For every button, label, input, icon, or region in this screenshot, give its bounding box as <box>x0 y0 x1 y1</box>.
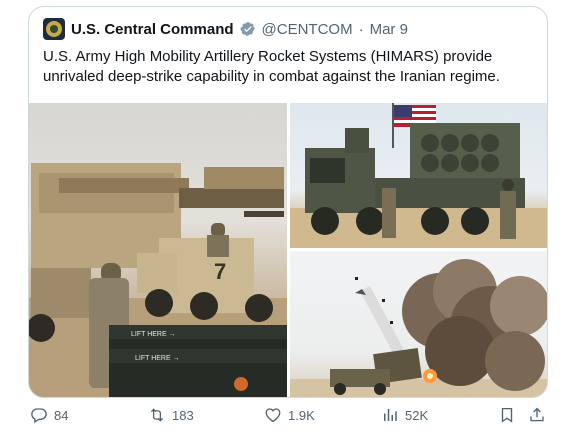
svg-text:7: 7 <box>214 259 226 284</box>
photo-grid: 7 LIFT HERE → LIFT HERE → <box>29 103 547 397</box>
repost-count: 183 <box>172 407 194 423</box>
share-icon <box>530 407 544 422</box>
lift-here-sign: LIFT HERE → <box>131 331 176 338</box>
like-icon <box>265 408 281 423</box>
photo-himars-crew[interactable]: 7 LIFT HERE → LIFT HERE → <box>29 103 287 397</box>
centcom-avatar[interactable] <box>43 18 65 40</box>
reply-count: 84 <box>54 407 69 423</box>
share-button[interactable] <box>528 406 546 424</box>
separator-dot: · <box>358 20 364 38</box>
views-icon <box>384 409 397 421</box>
views-button[interactable]: 52K <box>381 406 428 424</box>
author-handle[interactable]: @CENTCOM <box>262 21 353 38</box>
bookmark-button[interactable] <box>498 406 516 424</box>
reply-button[interactable]: 84 <box>30 406 68 424</box>
repost-icon <box>150 408 164 422</box>
photo-himars-launch[interactable] <box>290 251 547 397</box>
reply-icon <box>31 408 47 423</box>
tweet-actions: 84 183 1.9K 52K <box>0 400 562 430</box>
lift-here-sign: LIFT HERE → <box>135 355 180 362</box>
photo-himars-flag[interactable] <box>290 103 547 248</box>
tweet-text: U.S. Army High Mobility Artillery Rocket… <box>43 48 500 85</box>
like-button[interactable]: 1.9K <box>264 406 315 424</box>
bookmark-icon <box>501 407 513 423</box>
repost-button[interactable]: 183 <box>148 406 194 424</box>
verified-badge-icon[interactable] <box>240 21 256 37</box>
tweet-date[interactable]: Mar 9 <box>370 21 408 38</box>
like-count: 1.9K <box>288 407 315 423</box>
views-count: 52K <box>405 407 429 423</box>
tweet-header: U.S. Central Command @CENTCOM · Mar 9 <box>43 17 408 41</box>
author-name[interactable]: U.S. Central Command <box>71 21 234 38</box>
tweet-card[interactable]: U.S. Central Command @CENTCOM · Mar 9 U.… <box>28 6 548 398</box>
